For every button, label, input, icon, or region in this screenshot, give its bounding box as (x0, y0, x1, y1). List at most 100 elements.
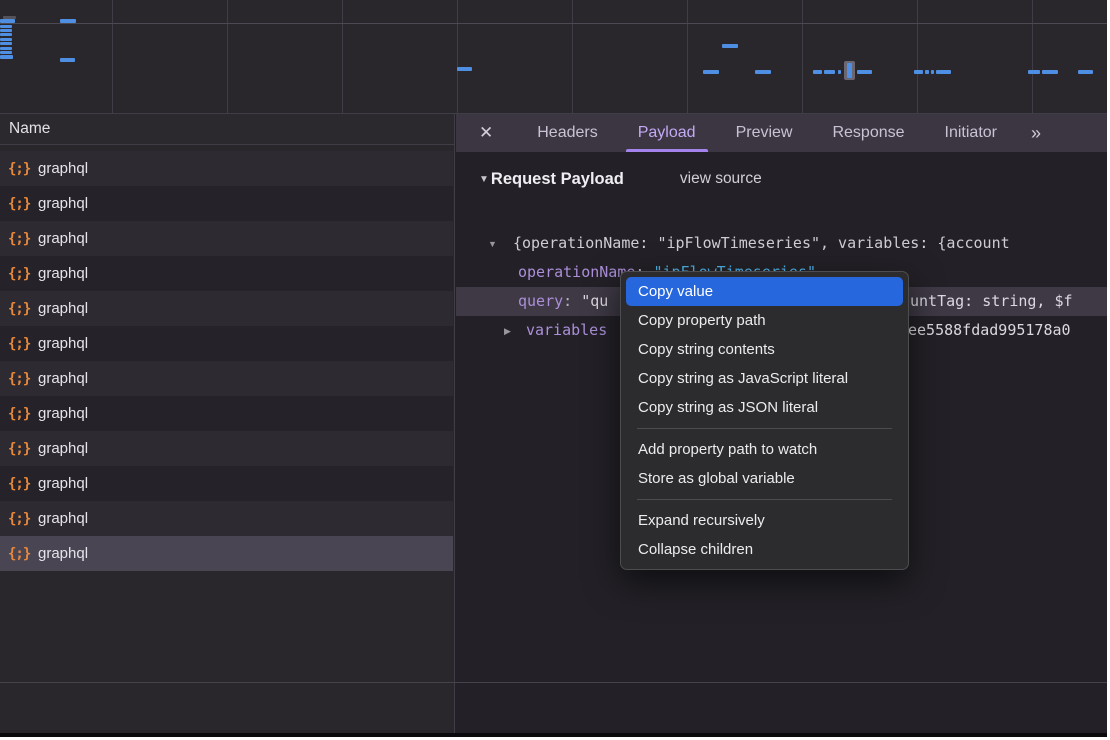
request-timing-bar[interactable] (60, 58, 75, 62)
request-timing-bar[interactable] (1078, 70, 1093, 74)
json-request-icon: {;} (8, 301, 34, 317)
tab-headers[interactable]: Headers (517, 114, 617, 152)
request-name: graphql (38, 195, 88, 212)
request-row[interactable]: {;}graphql (0, 536, 453, 571)
json-request-icon: {;} (8, 476, 34, 492)
menu-item-add-property-path-to-watch[interactable]: Add property path to watch (626, 435, 903, 464)
timeline-gridline (227, 0, 228, 113)
request-timing-bar[interactable] (0, 19, 15, 23)
request-name: graphql (38, 335, 88, 352)
request-timing-bar[interactable] (755, 70, 771, 74)
column-header-name[interactable]: Name (0, 114, 454, 145)
requests-list-panel: Name {;}graphql{;}graphql{;}graphql{;}gr… (0, 114, 455, 733)
request-timing-bar[interactable] (0, 51, 12, 54)
timeline-gridline (112, 0, 113, 113)
request-timing-bar[interactable] (1042, 70, 1058, 74)
menu-item-store-as-global-variable[interactable]: Store as global variable (626, 464, 903, 493)
timeline-gridline (0, 23, 1107, 24)
tree-row-root[interactable]: ▼ {operationName: "ipFlowTimeseries", va… (456, 229, 1107, 258)
request-payload-section-header[interactable]: ▼ Request Payload view source (456, 166, 762, 192)
tab-preview[interactable]: Preview (716, 114, 813, 152)
request-name: graphql (38, 230, 88, 247)
details-tab-bar: ✕ HeadersPayloadPreviewResponseInitiator… (456, 114, 1107, 152)
network-overview-timeline[interactable] (0, 0, 1107, 114)
request-timing-bar[interactable] (0, 47, 12, 50)
view-source-link[interactable]: view source (680, 170, 762, 188)
request-timing-bar[interactable] (838, 70, 841, 74)
section-title: Request Payload (491, 170, 624, 189)
request-row[interactable]: {;}graphql (0, 326, 453, 361)
tab-initiator[interactable]: Initiator (925, 114, 1017, 152)
collapse-triangle-icon[interactable]: ▼ (488, 230, 497, 258)
request-row[interactable]: {;}graphql (0, 361, 453, 396)
request-row[interactable]: {;}graphql (0, 186, 453, 221)
json-request-icon: {;} (8, 371, 34, 387)
request-timing-bar[interactable] (703, 70, 719, 74)
request-timing-bar[interactable] (936, 70, 951, 74)
request-timing-bar[interactable] (824, 70, 835, 74)
timeline-gridline (1032, 0, 1033, 113)
request-row[interactable]: {;}graphql (0, 221, 453, 256)
menu-item-copy-value[interactable]: Copy value (626, 277, 903, 306)
timeline-gridline (572, 0, 573, 113)
request-timing-bar[interactable] (0, 55, 13, 59)
request-timing-bar[interactable] (857, 70, 872, 74)
column-header-label: Name (9, 120, 50, 137)
menu-item-copy-string-as-javascript-literal[interactable]: Copy string as JavaScript literal (626, 364, 903, 393)
menu-separator (637, 499, 892, 500)
timeline-gridline (917, 0, 918, 113)
timeline-gridline (342, 0, 343, 113)
menu-item-expand-recursively[interactable]: Expand recursively (626, 506, 903, 535)
request-timing-bar[interactable] (0, 38, 12, 41)
json-value-fragment: untTag: string, $f (910, 287, 1073, 316)
context-menu: Copy valueCopy property pathCopy string … (620, 271, 909, 570)
menu-item-collapse-children[interactable]: Collapse children (626, 535, 903, 564)
menu-item-copy-string-contents[interactable]: Copy string contents (626, 335, 903, 364)
request-timing-bar[interactable] (0, 33, 12, 36)
timeline-gridline (687, 0, 688, 113)
more-tabs-icon[interactable]: » (1031, 123, 1039, 144)
request-timing-bar[interactable] (1028, 70, 1040, 74)
json-request-icon: {;} (8, 161, 34, 177)
json-request-icon: {;} (8, 441, 34, 457)
json-request-icon: {;} (8, 266, 34, 282)
timeline-gridline (802, 0, 803, 113)
request-name: graphql (38, 440, 88, 457)
close-icon[interactable]: ✕ (479, 123, 493, 143)
devtools-network-panel: Name {;}graphql{;}graphql{;}graphql{;}gr… (0, 0, 1107, 737)
request-timing-bar[interactable] (914, 70, 923, 74)
request-timing-bar[interactable] (0, 29, 12, 32)
request-row[interactable]: {;}graphql (0, 256, 453, 291)
json-request-icon: {;} (8, 511, 34, 527)
request-timing-bar[interactable] (457, 67, 472, 71)
request-timing-bar[interactable] (0, 42, 12, 45)
request-timing-bar[interactable] (931, 70, 934, 74)
tab-response[interactable]: Response (812, 114, 924, 152)
request-name: graphql (38, 265, 88, 282)
collapse-triangle-icon[interactable]: ▼ (479, 174, 489, 185)
expand-triangle-icon[interactable]: ▶ (504, 317, 511, 345)
request-row[interactable]: {;}graphql (0, 501, 453, 536)
json-request-icon: {;} (8, 231, 34, 247)
json-key: query (518, 292, 563, 310)
request-row[interactable]: {;}graphql (0, 431, 453, 466)
menu-item-copy-property-path[interactable]: Copy property path (626, 306, 903, 335)
request-row[interactable]: {;}graphql (0, 466, 453, 501)
request-row[interactable]: {;}graphql (0, 291, 453, 326)
request-row[interactable]: {;}graphql (0, 396, 453, 431)
request-name: graphql (38, 475, 88, 492)
details-tabs: HeadersPayloadPreviewResponseInitiator (517, 114, 1017, 152)
menu-item-copy-string-as-json-literal[interactable]: Copy string as JSON literal (626, 393, 903, 422)
request-timing-bar[interactable] (60, 19, 76, 23)
timeline-hover-marker (844, 61, 855, 80)
request-timing-bar[interactable] (813, 70, 822, 74)
request-timing-bar[interactable] (925, 70, 929, 74)
tab-payload[interactable]: Payload (618, 114, 716, 152)
bottom-separator (0, 682, 1107, 683)
request-row[interactable]: {;}graphql (0, 151, 453, 186)
json-key: variables (526, 321, 607, 339)
json-request-icon: {;} (8, 196, 34, 212)
request-timing-bar[interactable] (722, 44, 738, 48)
menu-separator (637, 428, 892, 429)
request-timing-bar[interactable] (0, 25, 12, 28)
